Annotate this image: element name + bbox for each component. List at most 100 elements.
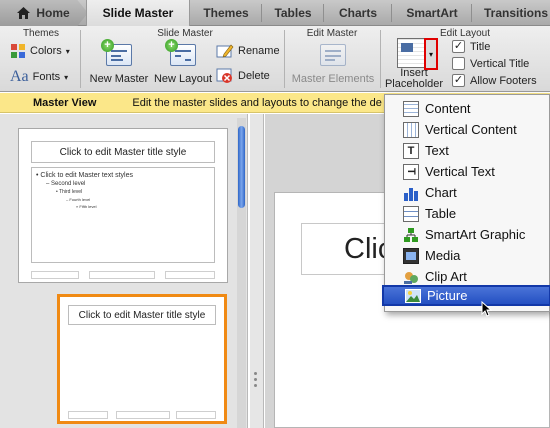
tab-transitions-label: Transitions — [484, 6, 549, 20]
thumbnail-body: • Click to edit Master text styles – Sec… — [31, 167, 215, 263]
master-view-message: Edit the master slides and layouts to ch… — [132, 96, 382, 109]
thumbnail-title: Click to edit Master title style — [68, 305, 216, 325]
new-master-button[interactable]: + New Master — [88, 39, 150, 85]
thumbnail-footer — [165, 271, 215, 279]
ribbon: Themes Colors ▾ Aa Fonts ▾ Slide Master … — [0, 26, 550, 92]
title-check-icon: ✓ — [452, 40, 465, 53]
menu-item-text[interactable]: T Text — [385, 140, 549, 161]
tab-smartart[interactable]: SmartArt — [392, 0, 472, 26]
thumbnail-footer — [176, 411, 216, 419]
colors-button[interactable]: Colors ▾ — [10, 43, 70, 59]
tab-tables-label: Tables — [274, 6, 312, 20]
home-icon — [17, 7, 31, 19]
menu-item-label: SmartArt Graphic — [425, 227, 526, 242]
master-view-label: Master View — [33, 96, 97, 109]
thumbnail-footer — [116, 411, 170, 419]
menu-item-label: Table — [425, 206, 457, 221]
menu-item-label: Media — [425, 248, 461, 263]
media-icon — [403, 247, 419, 264]
menu-item-label: Text — [425, 143, 449, 158]
rename-label: Rename — [238, 45, 280, 57]
delete-icon — [216, 68, 234, 84]
master-slide-thumbnail[interactable]: Click to edit Master title style • Click… — [18, 128, 228, 283]
mouse-cursor-icon — [481, 300, 493, 317]
thumbnail-level-5: » Fifth level — [76, 204, 97, 209]
slide-master-group-title: Slide Master — [157, 28, 213, 39]
menu-item-label: Content — [425, 101, 471, 116]
scrollbar-thumb[interactable] — [238, 126, 245, 208]
ribbon-tab-bar: Home Slide Master Themes Tables Charts S… — [0, 0, 550, 26]
fonts-icon: Aa — [10, 68, 29, 85]
group-divider — [380, 30, 381, 88]
colors-icon — [10, 43, 26, 59]
new-master-label: New Master — [89, 73, 149, 85]
clip-art-icon — [403, 269, 419, 285]
menu-item-table[interactable]: Table — [385, 203, 549, 224]
smartart-icon — [403, 227, 419, 243]
delete-label: Delete — [238, 70, 270, 82]
vertical-title-checkbox-label: Vertical Title — [470, 57, 530, 70]
tab-smartart-label: SmartArt — [406, 6, 458, 20]
tab-home[interactable]: Home — [0, 0, 88, 26]
fonts-label: Fonts — [32, 71, 61, 83]
splitter-grip-icon — [254, 372, 258, 390]
text-icon: T — [403, 142, 419, 159]
allow-footers-check-icon: ✓ — [452, 74, 465, 87]
edit-master-group-title: Edit Master — [306, 28, 358, 39]
thumbnail-scrollbar[interactable] — [237, 118, 246, 428]
menu-item-content[interactable]: Content — [385, 98, 549, 119]
thumbnail-level-4: – Fourth level — [66, 197, 91, 202]
tab-transitions[interactable]: Transitions — [472, 0, 550, 26]
allow-footers-checkbox[interactable]: ✓ Allow Footers — [452, 74, 537, 87]
menu-item-vertical-content[interactable]: Vertical Content — [385, 119, 549, 140]
thumbnail-footer — [89, 271, 155, 279]
insert-placeholder-menu: Content Vertical Content T Text T Vertic… — [382, 94, 550, 312]
title-checkbox-label: Title — [470, 40, 491, 53]
chevron-down-icon: ▾ — [64, 72, 69, 82]
insert-placeholder-label-2: Placeholder — [384, 78, 444, 90]
colors-label: Colors — [30, 45, 62, 57]
fonts-button[interactable]: Aa Fonts ▾ — [10, 68, 68, 86]
thumbnail-level-3: • Third level — [56, 189, 83, 195]
tab-tables[interactable]: Tables — [262, 0, 324, 26]
tab-themes-label: Themes — [203, 6, 249, 20]
allow-footers-checkbox-label: Allow Footers — [470, 74, 537, 87]
layout-slide-thumbnail[interactable]: Click to edit Master title style — [57, 294, 227, 424]
vertical-content-icon — [403, 121, 419, 138]
vertical-text-icon: T — [403, 163, 419, 180]
tab-themes[interactable]: Themes — [190, 0, 262, 26]
thumbnail-footer — [68, 411, 108, 419]
tab-slide-master[interactable]: Slide Master — [86, 0, 190, 26]
delete-button[interactable]: Delete — [216, 68, 270, 84]
chevron-down-icon: ▾ — [428, 49, 433, 59]
new-layout-icon: + — [165, 39, 196, 66]
tab-slide-master-label: Slide Master — [102, 6, 174, 20]
menu-item-clip-art[interactable]: Clip Art — [385, 266, 549, 287]
tab-charts-label: Charts — [338, 6, 377, 20]
new-layout-button[interactable]: + New Layout — [152, 39, 214, 85]
insert-placeholder-dropdown-arrow[interactable]: ▾ — [424, 38, 438, 70]
new-master-icon: + — [101, 39, 132, 66]
menu-item-media[interactable]: Media — [385, 245, 549, 266]
menu-item-chart[interactable]: Chart — [385, 182, 549, 203]
menu-item-smartart[interactable]: SmartArt Graphic — [385, 224, 549, 245]
menu-item-label: Chart — [425, 185, 457, 200]
vertical-title-check-icon — [452, 57, 465, 70]
master-elements-button[interactable]: Master Elements — [288, 44, 378, 85]
vertical-title-checkbox[interactable]: Vertical Title — [452, 57, 529, 70]
tab-charts[interactable]: Charts — [324, 0, 392, 26]
menu-item-label: Clip Art — [425, 269, 467, 284]
menu-item-label: Vertical Text — [425, 164, 495, 179]
thumbnail-title: Click to edit Master title style — [31, 141, 215, 163]
group-divider — [80, 30, 81, 88]
chevron-down-icon: ▾ — [65, 46, 70, 56]
tab-home-label: Home — [36, 6, 70, 20]
picture-icon — [405, 288, 421, 304]
menu-item-vertical-text[interactable]: T Vertical Text — [385, 161, 549, 182]
rename-button[interactable]: Rename — [216, 43, 280, 59]
menu-item-picture[interactable]: Picture — [382, 285, 550, 306]
thumbnail-footer — [31, 271, 79, 279]
title-checkbox[interactable]: ✓ Title — [452, 40, 490, 53]
master-elements-label: Master Elements — [291, 73, 375, 85]
menu-item-label: Picture — [427, 288, 468, 303]
